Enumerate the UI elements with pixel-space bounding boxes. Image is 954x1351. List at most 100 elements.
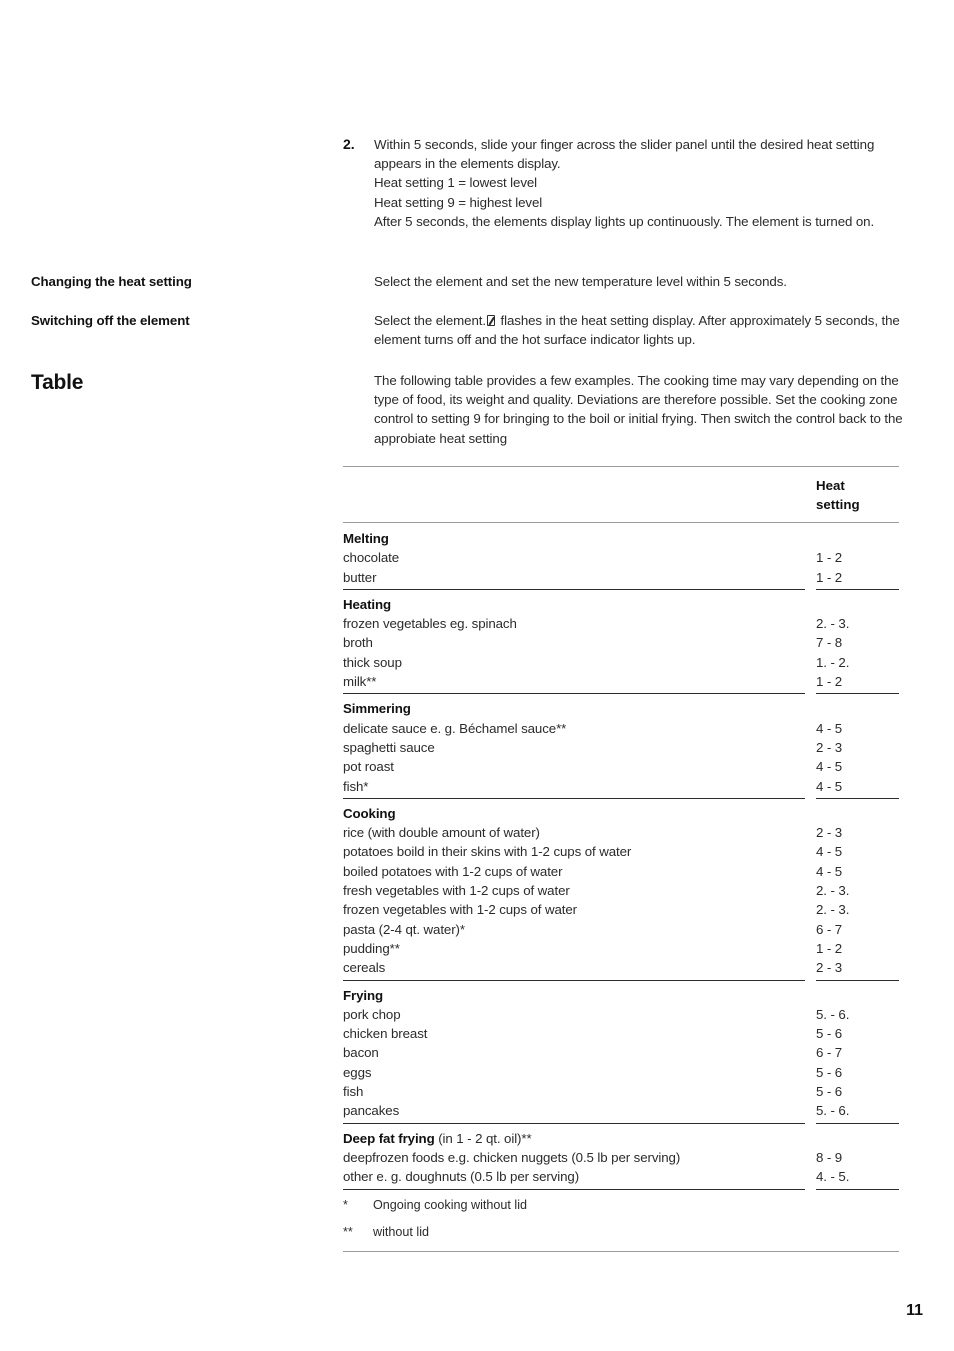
- table-cell-heat-setting: 1 - 2: [816, 940, 843, 956]
- table-cell-item: spaghetti sauce: [343, 739, 435, 755]
- table-cell-heat-setting: 2 - 3: [816, 960, 843, 976]
- table-cell-heat-setting: 2. - 3.: [816, 883, 850, 899]
- table-row: other e. g. doughnuts (0.5 lb per servin…: [343, 1167, 899, 1186]
- table-cell-item: delicate sauce e. g. Béchamel sauce**: [343, 720, 567, 736]
- table-cell-item: fish: [343, 1084, 364, 1100]
- table-group: Simmering delicate sauce e. g. Béchamel s…: [343, 693, 899, 797]
- table-row: broth 7 - 8: [343, 633, 899, 652]
- table-group: Cooking rice (with double amount of water…: [343, 798, 899, 980]
- table-cell-item: milk**: [343, 674, 377, 690]
- table-row: pancakes 5. - 6.: [343, 1101, 899, 1120]
- table-row: Heating: [343, 595, 899, 614]
- table-cell-heat-setting: 1 - 2: [816, 550, 843, 566]
- table-cell-heat-setting: 2 - 3: [816, 739, 843, 755]
- section-label: Changing the heat setting: [31, 274, 192, 289]
- table-row: chocolate 1 - 2: [343, 548, 899, 567]
- step-number: 2.: [343, 136, 355, 152]
- table-row: eggs 5 - 6: [343, 1063, 899, 1082]
- step-text: Within 5 seconds, slide your finger acro…: [374, 135, 923, 231]
- header-line-2: setting: [816, 497, 860, 512]
- table-cell-item: broth: [343, 635, 373, 651]
- table-group-title: Cooking: [343, 805, 396, 821]
- rule-segment-right: [816, 588, 899, 590]
- rule-segment-left: [343, 1188, 805, 1190]
- footnote-text: Ongoing cooking without lid: [373, 1197, 528, 1212]
- table-row: cereals 2 - 3: [343, 958, 899, 977]
- table-header-row: Heat setting: [343, 467, 899, 522]
- table-row: spaghetti sauce 2 - 3: [343, 738, 899, 757]
- table-cell-heat-setting: 2. - 3.: [816, 616, 850, 632]
- manual-page: 2. Within 5 seconds, slide your finger a…: [0, 0, 954, 1351]
- table-bottom-rule: [343, 1250, 899, 1252]
- table-cell-heat-setting: 4 - 5: [816, 844, 843, 860]
- table-group-title-suffix: (in 1 - 2 qt. oil)**: [434, 1130, 532, 1146]
- table-body: Melting chocolate 1 - 2 butter 1 - 2 Heating f…: [343, 523, 899, 1190]
- table-row: fresh vegetables with 1-2 cups of water 2…: [343, 881, 899, 900]
- footnote-text: without lid: [373, 1224, 430, 1239]
- table-cell-heat-setting: 4 - 5: [816, 759, 843, 775]
- table-row: frozen vegetables eg. spinach 2. - 3.: [343, 614, 899, 633]
- table-cell-heat-setting: 7 - 8: [816, 635, 843, 651]
- table-cell-item: pork chop: [343, 1006, 401, 1022]
- section-paragraph: Select the element and set the new tempe…: [374, 274, 787, 289]
- step-line: After 5 seconds, the elements display li…: [374, 213, 875, 229]
- table-cell-heat-setting: 5 - 6: [816, 1026, 843, 1042]
- seven-segment-zero-icon: [486, 315, 495, 326]
- table-row: boiled potatoes with 1-2 cups of water 4 …: [343, 862, 899, 881]
- table-cell-heat-setting: 5. - 6.: [816, 1006, 850, 1022]
- rule-segment-right: [816, 693, 899, 695]
- table-row: milk** 1 - 2: [343, 672, 899, 691]
- table-cell-item: fresh vegetables with 1-2 cups of water: [343, 883, 570, 899]
- section-body: Select the element. flashes in the heat …: [374, 311, 923, 349]
- table-group-title: Melting: [343, 531, 389, 546]
- header-line-1: Heat: [816, 478, 845, 493]
- table-group: Frying pork chop 5. - 6. chicken breast 5 - …: [343, 980, 899, 1123]
- table-group-title: Deep fat frying (in 1 - 2 qt. oil)**: [343, 1130, 532, 1146]
- table-cell-heat-setting: 1. - 2.: [816, 654, 850, 670]
- table-header-heat-setting: Heat setting: [816, 476, 899, 514]
- table-cell-item: deepfrozen foods e.g. chicken nuggets (0…: [343, 1149, 681, 1165]
- rule-segment-right: [816, 1188, 899, 1190]
- rule-segment-left: [343, 979, 805, 981]
- table-cell-heat-setting: 2. - 3.: [816, 902, 850, 918]
- page-title: Table: [31, 371, 84, 394]
- rule-segment-left: [343, 693, 805, 695]
- table-row: fish* 4 - 5: [343, 777, 899, 796]
- table-cell-item: frozen vegetables eg. spinach: [343, 616, 517, 632]
- text-before-glyph: Select the element.: [374, 313, 486, 328]
- table-footnote: ** without lid: [343, 1223, 899, 1242]
- table-group: Heating frozen vegetables eg. spinach 2. -…: [343, 589, 899, 693]
- section-table-intro: Table The following table provides a few…: [31, 371, 923, 448]
- table-cell-heat-setting: 6 - 7: [816, 1045, 843, 1061]
- table-cell-heat-setting: 4. - 5.: [816, 1169, 850, 1185]
- section-body: Select the element and set the new tempe…: [374, 272, 923, 291]
- footnote-marker: *: [343, 1197, 348, 1212]
- section-switching-off-element: Switching off the element Select the ele…: [31, 311, 923, 349]
- table-row: fish 5 - 6: [343, 1082, 899, 1101]
- table-row: chicken breast 5 - 6: [343, 1024, 899, 1043]
- table-row: pot roast 4 - 5: [343, 757, 899, 776]
- table-cell-heat-setting: 5 - 6: [816, 1084, 843, 1100]
- table-cell-heat-setting: 2 - 3: [816, 825, 843, 841]
- table-cell-heat-setting: 4 - 5: [816, 778, 843, 794]
- table-row: potatoes boild in their skins with 1-2 c…: [343, 842, 899, 861]
- table-cell-item: chocolate: [343, 550, 400, 566]
- rule-segment-right: [816, 1122, 899, 1124]
- table-row: Simmering: [343, 699, 899, 718]
- page-number: 11: [906, 1302, 923, 1319]
- table-row: pasta (2-4 qt. water)* 6 - 7: [343, 920, 899, 939]
- section-body: The following table provides a few examp…: [374, 371, 923, 448]
- table-cell-heat-setting: 4 - 5: [816, 720, 843, 736]
- table-cell-item: chicken breast: [343, 1026, 428, 1042]
- table-cell-heat-setting: 5. - 6.: [816, 1103, 850, 1119]
- table-cell-heat-setting: 4 - 5: [816, 863, 843, 879]
- footnote-marker: **: [343, 1224, 353, 1239]
- table-cell-item: frozen vegetables with 1-2 cups of water: [343, 902, 577, 918]
- table-cell-item: pancakes: [343, 1103, 400, 1119]
- table-cell-item: rice (with double amount of water): [343, 825, 540, 841]
- table-cell-heat-setting: 5 - 6: [816, 1064, 843, 1080]
- table-row: Melting: [343, 529, 899, 548]
- table-cell-item: other e. g. doughnuts (0.5 lb per servin…: [343, 1169, 580, 1185]
- table-group-title: Simmering: [343, 701, 411, 717]
- table-cell-item: bacon: [343, 1045, 379, 1061]
